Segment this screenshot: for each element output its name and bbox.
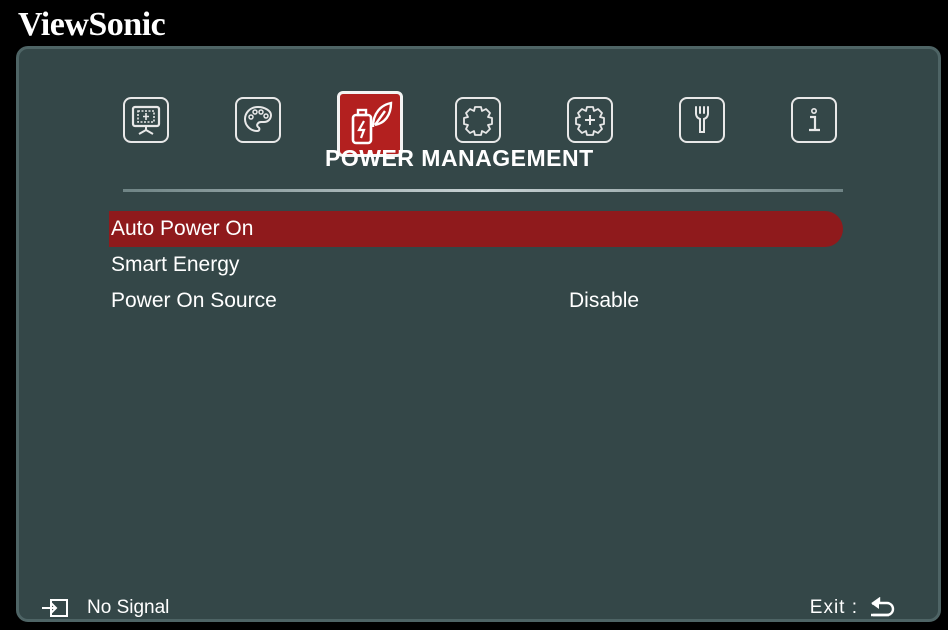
gear-icon — [463, 106, 493, 136]
brand-logo: ViewSonic — [18, 6, 166, 43]
source-status: No Signal — [41, 597, 169, 619]
menu-item-auto-power-on[interactable]: Auto Power On — [109, 211, 843, 247]
exit-label: Exit : — [809, 597, 858, 618]
section-title: POWER MANAGEMENT — [325, 145, 594, 171]
tab-system[interactable] — [679, 97, 725, 143]
menu-item-power-on-source[interactable]: Power On Source Disable — [109, 283, 843, 319]
tab-basic[interactable] — [455, 97, 501, 143]
menu-item-label: Power On Source — [111, 289, 277, 312]
input-source-icon — [42, 599, 68, 617]
tab-advanced[interactable] — [567, 97, 613, 143]
osd-menu-panel: POWER MANAGEMENT Auto Power On Smart Ene… — [16, 46, 941, 622]
tab-image[interactable] — [235, 97, 281, 143]
tab-display[interactable] — [123, 97, 169, 143]
info-icon — [809, 108, 820, 132]
exit-hint[interactable]: Exit : — [810, 597, 898, 619]
palette-icon — [243, 105, 273, 133]
battery-leaf-icon — [351, 101, 393, 145]
gear-plus-icon — [575, 106, 605, 136]
menu-item-label: Auto Power On — [111, 217, 254, 240]
return-arrow-icon — [871, 597, 895, 617]
menu-item-label: Smart Energy — [111, 253, 240, 276]
wrench-icon — [695, 106, 709, 133]
menu-item-smart-energy[interactable]: Smart Energy — [109, 247, 843, 283]
menu-list: Auto Power On Smart Energy Power On Sour… — [109, 211, 843, 319]
menu-tab-bar — [123, 71, 853, 157]
menu-item-value: Disable — [569, 289, 640, 312]
signal-status-text: No Signal — [87, 597, 170, 618]
projector-screen-icon — [131, 105, 161, 135]
title-divider — [123, 189, 843, 192]
tab-information[interactable] — [791, 97, 837, 143]
